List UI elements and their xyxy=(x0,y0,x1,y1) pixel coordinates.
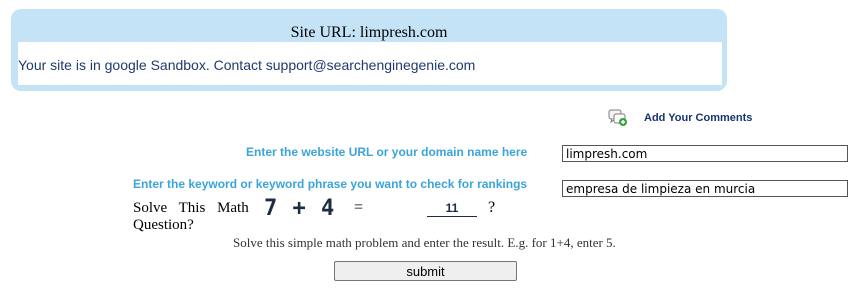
equals-sign: = xyxy=(354,199,364,216)
math-question-label: Solve This Math Question? xyxy=(133,200,249,233)
sandbox-message: Your site is in google Sandbox. Contact … xyxy=(18,57,476,73)
site-url-title: Site URL: limpresh.com xyxy=(290,24,448,41)
question-mark: ? xyxy=(488,199,496,216)
submit-button[interactable]: submit xyxy=(334,261,517,281)
keyword-label: Enter the keyword or keyword phrase you … xyxy=(133,177,528,191)
result-panel: Site URL: limpresh.com Your site is in g… xyxy=(11,9,727,91)
result-message-area: Your site is in google Sandbox. Contact … xyxy=(18,42,722,85)
math-hint-text: Solve this simple math problem and enter… xyxy=(233,235,616,250)
add-comments-link[interactable]: Add Your Comments xyxy=(644,112,752,124)
keyword-input[interactable] xyxy=(562,180,848,197)
math-answer-input[interactable] xyxy=(427,199,477,217)
comments-section: Add Your Comments xyxy=(608,109,752,127)
url-label: Enter the website URL or your domain nam… xyxy=(246,145,528,159)
comment-bubbles-icon[interactable] xyxy=(608,109,628,127)
url-input[interactable] xyxy=(562,145,848,162)
captcha-image: 7 + 4 xyxy=(264,196,336,221)
